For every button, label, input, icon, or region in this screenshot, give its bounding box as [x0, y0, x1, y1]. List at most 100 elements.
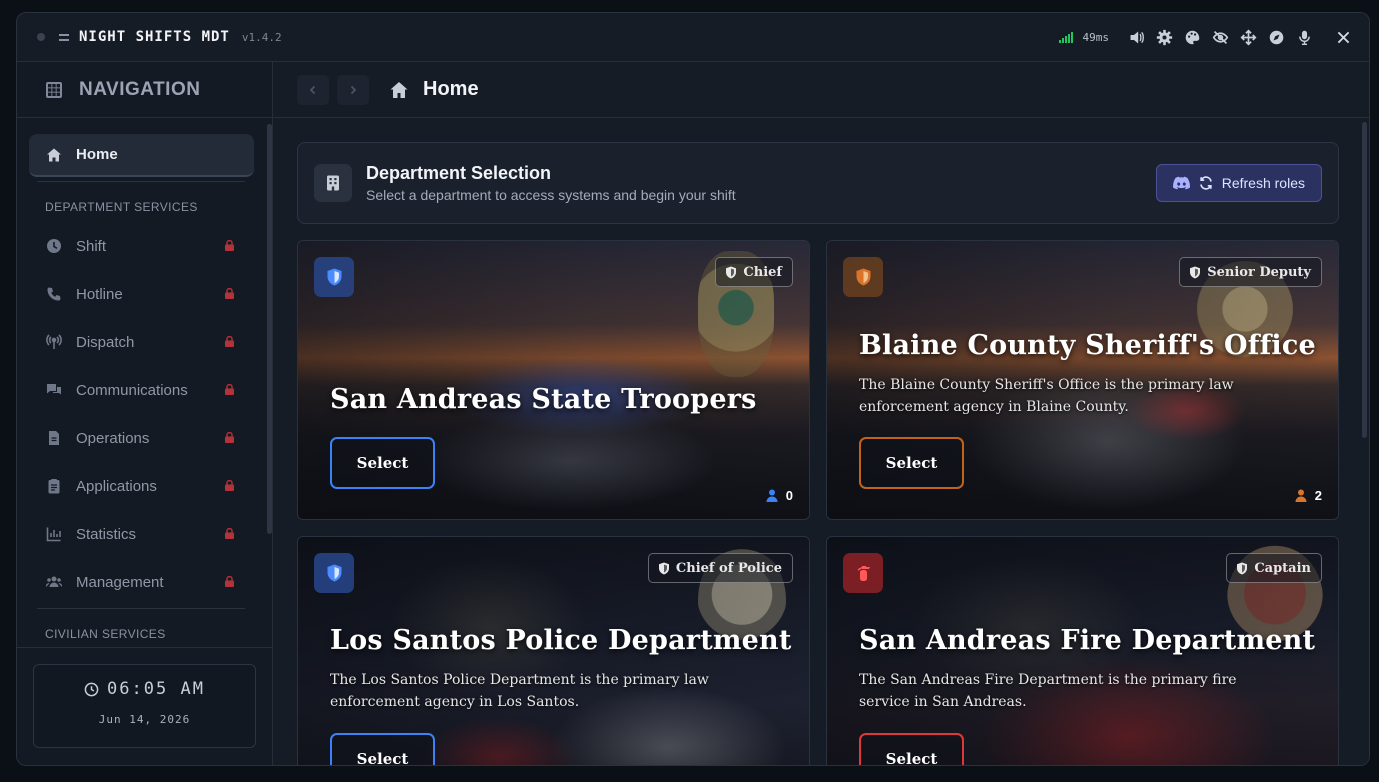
clock-panel: 06:05 AM Jun 14, 2026 — [17, 647, 272, 765]
sidebar-item-operations[interactable]: Operations — [29, 414, 254, 462]
status-dot — [37, 33, 45, 41]
palette-icon[interactable] — [1183, 28, 1201, 46]
member-count: 0 — [766, 488, 793, 503]
department-selection-subtitle: Select a department to access systems an… — [366, 187, 736, 203]
department-card-sast: Chief San Andreas State Troopers Select … — [297, 240, 810, 520]
rank-badge: Chief of Police — [647, 553, 793, 583]
chevron-left-icon — [309, 85, 316, 94]
discord-icon — [1172, 176, 1190, 190]
broadcast-icon — [46, 334, 62, 349]
rank-label: Chief of Police — [675, 560, 782, 576]
users-icon — [46, 576, 62, 587]
shield-icon — [1237, 562, 1248, 574]
refresh-roles-button[interactable]: Refresh roles — [1155, 164, 1322, 202]
select-button[interactable]: Select — [330, 733, 435, 765]
shield-icon — [314, 553, 354, 593]
user-icon — [766, 489, 778, 502]
forward-button[interactable] — [337, 74, 369, 105]
department-description: The Blaine County Sheriff's Office is th… — [859, 377, 1234, 415]
eye-slash-icon[interactable] — [1211, 28, 1229, 46]
shield-icon — [314, 257, 354, 297]
refresh-roles-label: Refresh roles — [1221, 175, 1305, 191]
gear-icon[interactable] — [1155, 28, 1173, 46]
main-scrollbar[interactable] — [1362, 122, 1367, 438]
grid-icon — [46, 81, 62, 98]
document-icon — [49, 431, 59, 445]
clock-time-row: 06:05 AM — [84, 679, 205, 699]
shield-icon — [843, 257, 883, 297]
sidebar-item-hotline[interactable]: Hotline — [29, 270, 254, 318]
sidebar-item-home[interactable]: Home — [29, 134, 254, 177]
lock-icon — [225, 480, 234, 491]
clipboard-icon — [48, 479, 60, 494]
rank-label: Chief — [743, 264, 782, 280]
lock-icon — [225, 336, 234, 347]
rank-badge: Chief — [715, 257, 793, 287]
chevron-right-icon — [350, 85, 357, 94]
sidebar-item-dispatch[interactable]: Dispatch — [29, 318, 254, 366]
navigation-header: NAVIGATION — [17, 62, 272, 118]
phone-icon — [47, 287, 61, 301]
fire-extinguisher-icon — [843, 553, 883, 593]
back-button[interactable] — [297, 74, 329, 105]
clock-icon — [84, 682, 99, 696]
sidebar-item-shift[interactable]: Shift — [29, 222, 254, 270]
content-area: Department Selection Select a department… — [297, 142, 1339, 765]
clock-widget: 06:05 AM Jun 14, 2026 — [33, 664, 256, 748]
section-civilian-services: CIVILIAN SERVICES — [45, 627, 166, 641]
sidebar-item-label: Operations — [76, 429, 150, 447]
select-button[interactable]: Select — [859, 733, 964, 765]
department-card-bcso: Senior Deputy Blaine County Sheriff's Of… — [826, 240, 1339, 520]
clock-date: Jun 14, 2026 — [98, 713, 191, 726]
department-name: Blaine County Sheriff's Office — [859, 330, 1316, 361]
page-title: Home — [423, 78, 479, 100]
close-icon[interactable] — [1331, 25, 1355, 49]
main-panel: Home Department Selection Select a depar… — [273, 62, 1369, 765]
rank-badge: Captain — [1226, 553, 1322, 583]
microphone-icon[interactable] — [1295, 28, 1313, 46]
department-grid: Chief San Andreas State Troopers Select … — [297, 240, 1339, 765]
department-card-safd: Captain San Andreas Fire Department The … — [826, 536, 1339, 765]
lock-icon — [225, 432, 234, 443]
chart-icon — [46, 527, 61, 542]
main-header: Home — [273, 62, 1369, 118]
department-name: Los Santos Police Department — [330, 625, 792, 656]
lock-icon — [225, 528, 234, 539]
lock-icon — [225, 240, 234, 251]
sidebar-item-management[interactable]: Management — [29, 558, 254, 606]
sidebar-item-statistics[interactable]: Statistics — [29, 510, 254, 558]
shield-icon — [658, 562, 669, 574]
app-title: NIGHT SHIFTS MDT — [79, 29, 230, 45]
rank-badge: Senior Deputy — [1179, 257, 1322, 287]
member-count: 2 — [1295, 488, 1322, 503]
lock-icon — [225, 576, 234, 587]
compass-icon[interactable] — [1267, 28, 1285, 46]
volume-icon[interactable] — [1127, 28, 1145, 46]
sidebar-item-label: Communications — [76, 381, 188, 399]
sidebar-scrollbar[interactable] — [267, 124, 272, 534]
home-icon — [47, 148, 61, 161]
app-version: v1.4.2 — [241, 30, 282, 44]
signal-icon — [1058, 31, 1073, 43]
user-icon — [1295, 489, 1307, 502]
sidebar-item-applications[interactable]: Applications — [29, 462, 254, 510]
rank-label: Senior Deputy — [1207, 264, 1311, 280]
member-count-value: 2 — [1314, 488, 1322, 503]
select-button[interactable]: Select — [859, 437, 964, 489]
move-icon[interactable] — [1239, 28, 1257, 46]
navigation-title: NAVIGATION — [79, 78, 201, 100]
shield-icon — [726, 266, 737, 278]
department-selection-title: Department Selection — [366, 163, 552, 183]
clock-time: 06:05 AM — [107, 679, 205, 699]
home-icon — [390, 81, 408, 98]
menu-icon[interactable] — [59, 33, 69, 41]
sidebar-item-label: Shift — [76, 237, 107, 255]
section-department-services: DEPARTMENT SERVICES — [45, 200, 198, 214]
department-name: San Andreas Fire Department — [859, 625, 1316, 656]
sidebar-item-label: Statistics — [76, 525, 137, 543]
sidebar: NAVIGATION Home DEPARTMENT SERVICES Shif… — [17, 62, 273, 765]
select-button[interactable]: Select — [330, 437, 435, 489]
ping-value: 49ms — [1082, 30, 1110, 44]
department-name: San Andreas State Troopers — [330, 384, 757, 415]
sidebar-item-communications[interactable]: Communications — [29, 366, 254, 414]
